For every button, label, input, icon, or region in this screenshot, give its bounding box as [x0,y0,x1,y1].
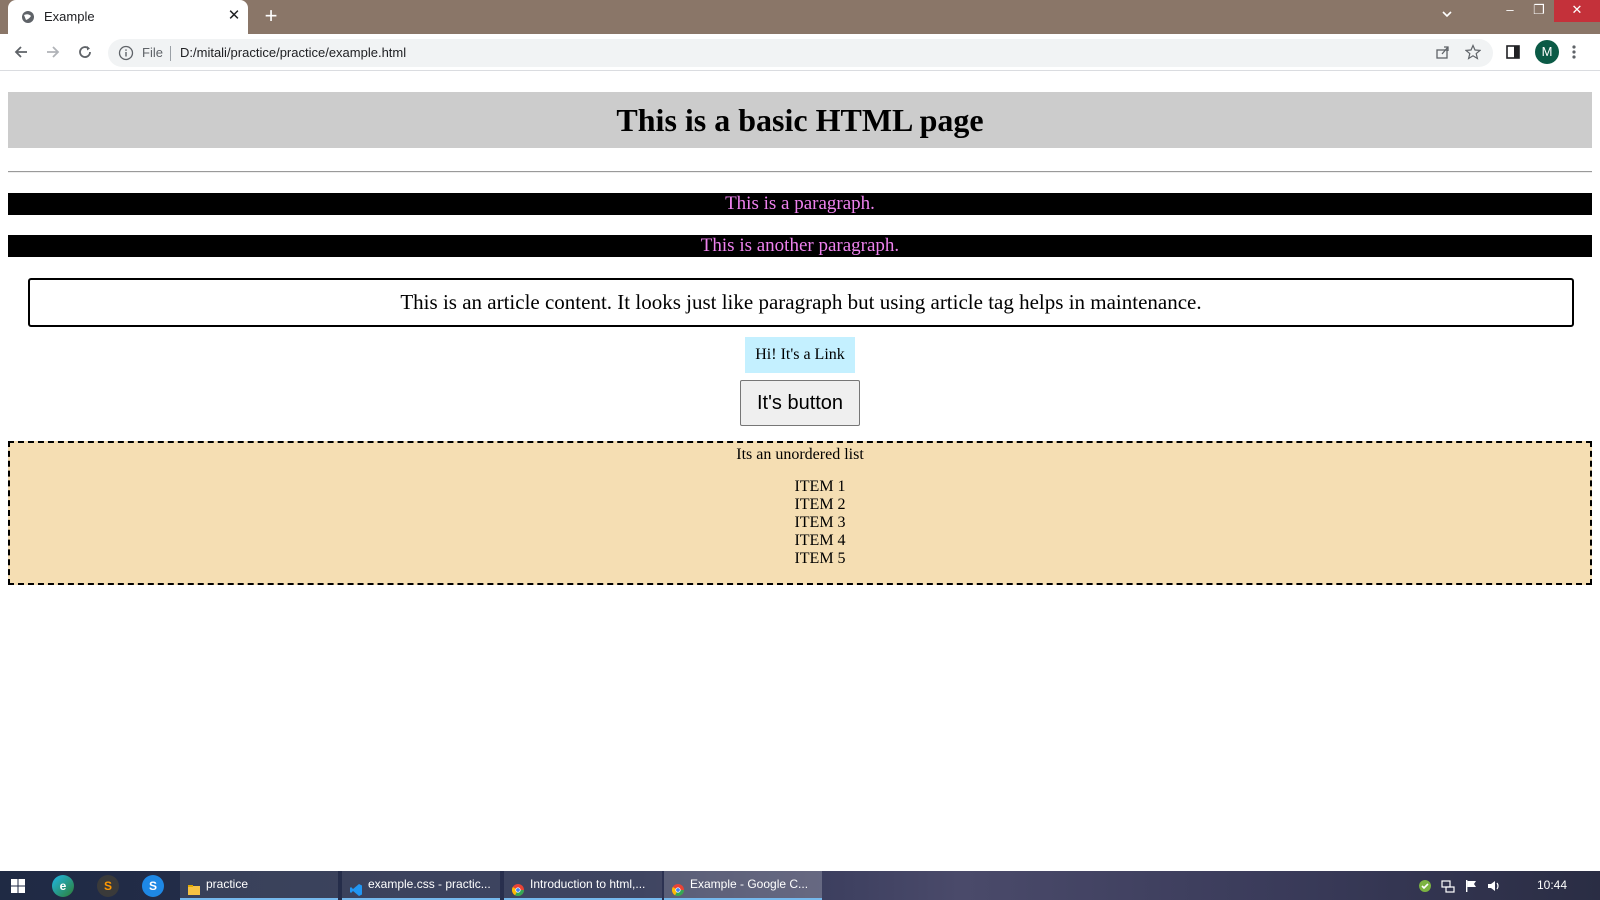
menu-kebab-icon[interactable] [1567,41,1581,63]
side-panel-icon[interactable] [1502,41,1524,63]
taskbar-task-vscode[interactable]: example.css - practic... [342,871,500,900]
scheme-label: File [142,45,163,60]
network-icon[interactable] [1441,879,1455,893]
bookmark-star-icon[interactable] [1462,41,1484,63]
url-text[interactable]: D:/mitali/practice/practice/example.html [180,45,406,60]
windows-taskbar: e S S practice example.css - practic... … [0,871,1600,900]
list-item: ITEM 1 [794,478,846,495]
article-content: This is an article content. It looks jus… [28,278,1574,327]
address-bar[interactable]: File D:/mitali/practice/practice/example… [108,39,1493,67]
volume-icon[interactable] [1487,879,1501,893]
new-tab-button[interactable]: + [260,5,282,27]
onedrive-sync-icon[interactable] [1418,879,1432,893]
page-heading: This is a basic HTML page [8,92,1592,148]
restore-icon[interactable]: ❐ [1524,0,1554,22]
task-label: practice [206,877,249,891]
horizontal-rule [8,171,1592,173]
list-item: ITEM 5 [794,550,846,567]
task-label: Example - Google C... [690,877,809,891]
back-icon[interactable] [10,41,32,63]
tab-title: Example [44,9,95,24]
globe-icon [21,10,35,24]
share-icon[interactable] [1432,41,1454,63]
profile-avatar[interactable]: M [1535,40,1559,64]
page-viewport: This is a basic HTML page This is a para… [0,71,1600,871]
flag-icon[interactable] [1464,879,1478,893]
browser-toolbar: File D:/mitali/practice/practice/example… [0,34,1600,71]
chrome-icon [671,879,684,897]
browser-tab[interactable]: Example ✕ [8,0,248,34]
taskbar-clock[interactable]: 10:44 [1537,871,1567,900]
chrome-icon [511,879,524,897]
taskbar-task-chrome-example[interactable]: Example - Google C... [664,871,822,900]
unordered-list: ITEM 1 ITEM 2 ITEM 3 ITEM 4 ITEM 5 [10,478,1590,568]
page-button[interactable]: It's button [740,380,860,426]
task-label: Introduction to html,... [530,877,646,891]
unordered-list-box: Its an unordered list ITEM 1 ITEM 2 ITEM… [8,441,1592,585]
paragraph-2: This is another paragraph. [8,235,1592,257]
sublime-icon[interactable]: S [97,875,119,897]
address-separator [170,46,171,61]
browser-tab-strip: Example ✕ + – ❐ ✕ [0,0,1600,34]
minimize-icon[interactable]: – [1495,0,1525,22]
folder-icon [188,879,200,895]
skype-icon[interactable]: S [142,875,164,897]
list-item: ITEM 3 [794,514,846,531]
list-item: ITEM 2 [794,496,846,513]
paragraph-1: This is a paragraph. [8,193,1592,215]
page-link[interactable]: Hi! It's a Link [745,337,855,373]
vscode-icon [350,879,362,896]
windows-start-icon[interactable] [10,878,26,894]
close-tab-icon[interactable]: ✕ [225,7,243,25]
forward-icon[interactable] [42,41,64,63]
taskbar-task-chrome-intro[interactable]: Introduction to html,... [504,871,662,900]
window-close-icon[interactable]: ✕ [1554,0,1600,22]
reload-icon[interactable] [74,41,96,63]
list-caption: Its an unordered list [736,446,864,463]
tab-search-icon[interactable] [1432,6,1462,28]
task-label: example.css - practic... [368,877,491,891]
edge-icon[interactable]: e [52,875,74,897]
taskbar-task-practice[interactable]: practice [180,871,338,900]
info-icon[interactable] [118,45,134,61]
list-item: ITEM 4 [794,532,846,549]
